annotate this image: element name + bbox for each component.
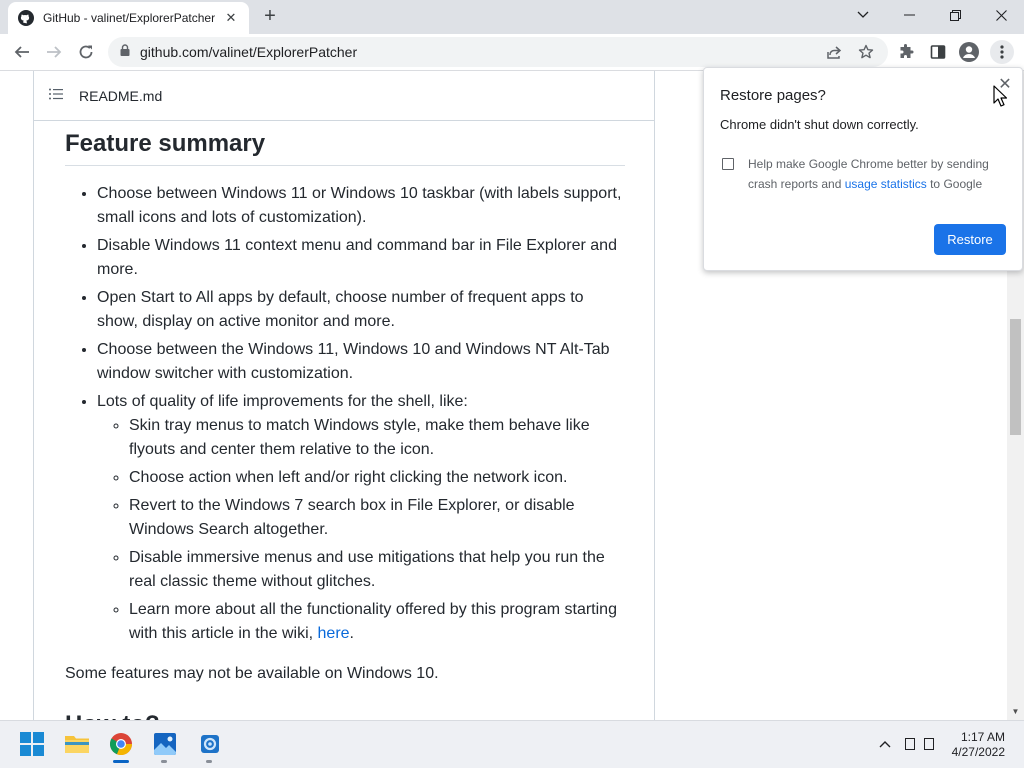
windows10-note: Some features may not be available on Wi… [65,665,439,682]
restore-window-button[interactable] [932,0,978,30]
how-to-heading: How to? [65,711,160,720]
extensions-icon[interactable] [894,40,918,64]
restore-pages-dialog: Restore pages? ✕ Chrome didn't shut down… [703,67,1023,271]
feature-summary-heading: Feature summary [65,129,625,166]
photos-running-indicator [161,760,167,763]
crash-report-checkbox[interactable] [722,158,734,170]
minimize-button[interactable] [886,0,932,30]
back-button[interactable] [8,38,36,66]
chrome-menu-icon[interactable] [990,40,1014,64]
tab-search-button[interactable] [840,0,886,30]
readme-border-right [654,71,655,720]
browser-toolbar: github.com/valinet/ExplorerPatcher [0,34,1024,71]
outline-list-icon[interactable] [49,87,63,105]
chrome-icon[interactable] [107,730,135,758]
network-icon[interactable] [901,735,919,753]
settings-icon[interactable] [196,730,224,758]
list-item: Choose between Windows 11 or Windows 10 … [97,182,625,230]
list-item: Choose between the Windows 11, Windows 1… [97,338,625,386]
taskbar-clock[interactable]: 1:17 AM 4/27/2022 [952,730,1005,760]
dialog-title: Restore pages? [720,87,826,104]
scrollbar-thumb[interactable] [1010,319,1021,435]
clock-date: 4/27/2022 [951,745,1005,759]
tab-close-icon[interactable]: ✕ [223,10,239,26]
sub-list-item: Skin tray menus to match Windows style, … [129,414,625,462]
readme-filename: README.md [79,87,163,104]
dialog-message: Chrome didn't shut down correctly. [720,117,919,132]
start-icon[interactable] [18,730,46,758]
windows-taskbar: 1:17 AM 4/27/2022 [0,720,1024,768]
list-item: Open Start to All apps by default, choos… [97,286,625,334]
sub-feature-list: Skin tray menus to match Windows style, … [97,414,625,646]
settings-running-indicator [206,760,212,763]
sub-list-item: Learn more about all the functionality o… [129,598,625,646]
share-icon[interactable] [823,41,845,63]
readme-border-left [33,71,34,720]
checkbox-label-end: to Google [926,177,983,191]
sub-list-item: Revert to the Windows 7 search box in Fi… [129,494,625,542]
photos-icon[interactable] [151,730,179,758]
tab-title: GitHub - valinet/ExplorerPatcher [43,11,216,25]
url-text: github.com/valinet/ExplorerPatcher [140,44,358,60]
tab-strip: GitHub - valinet/ExplorerPatcher ✕ + [0,0,1024,34]
new-tab-button[interactable]: + [259,5,281,27]
wiki-here-link[interactable]: here [318,625,350,642]
address-bar[interactable]: github.com/valinet/ExplorerPatcher [108,37,888,67]
forward-button[interactable] [40,38,68,66]
list-item: Lots of quality of life improvements for… [97,390,625,646]
file-explorer-icon[interactable] [63,730,91,758]
sub-list-item-text: Learn more about all the functionality o… [129,601,617,642]
clock-time: 1:17 AM [960,730,1005,744]
volume-icon[interactable] [920,735,938,753]
feature-list: Choose between Windows 11 or Windows 10 … [65,182,625,646]
bookmark-star-icon[interactable] [855,41,877,63]
sub-list-item-end: . [349,625,354,642]
lock-icon[interactable] [120,43,130,61]
readme-header: README.md [33,71,655,121]
side-panel-icon[interactable] [926,40,950,64]
scroll-down-icon[interactable]: ▼ [1011,707,1020,716]
sub-list-item: Choose action when left and/or right cli… [129,466,625,490]
close-window-button[interactable] [978,0,1024,30]
checkbox-label: Help make Google Chrome better by sendin… [748,154,1008,194]
usage-statistics-link[interactable]: usage statistics [845,177,927,191]
chrome-running-indicator [113,760,129,763]
github-favicon-icon [18,10,34,26]
browser-tab[interactable]: GitHub - valinet/ExplorerPatcher ✕ [8,2,249,34]
list-item-text: Lots of quality of life improvements for… [97,393,468,410]
mouse-cursor-icon [993,85,1008,107]
profile-avatar-icon[interactable] [957,40,981,64]
list-item: Disable Windows 11 context menu and comm… [97,234,625,282]
readme-content: Feature summary Choose between Windows 1… [65,129,625,686]
restore-button[interactable]: Restore [934,224,1006,255]
show-hidden-icons-chevron-icon[interactable] [876,735,894,753]
reload-button[interactable] [72,38,100,66]
sub-list-item: Disable immersive menus and use mitigati… [129,546,625,594]
